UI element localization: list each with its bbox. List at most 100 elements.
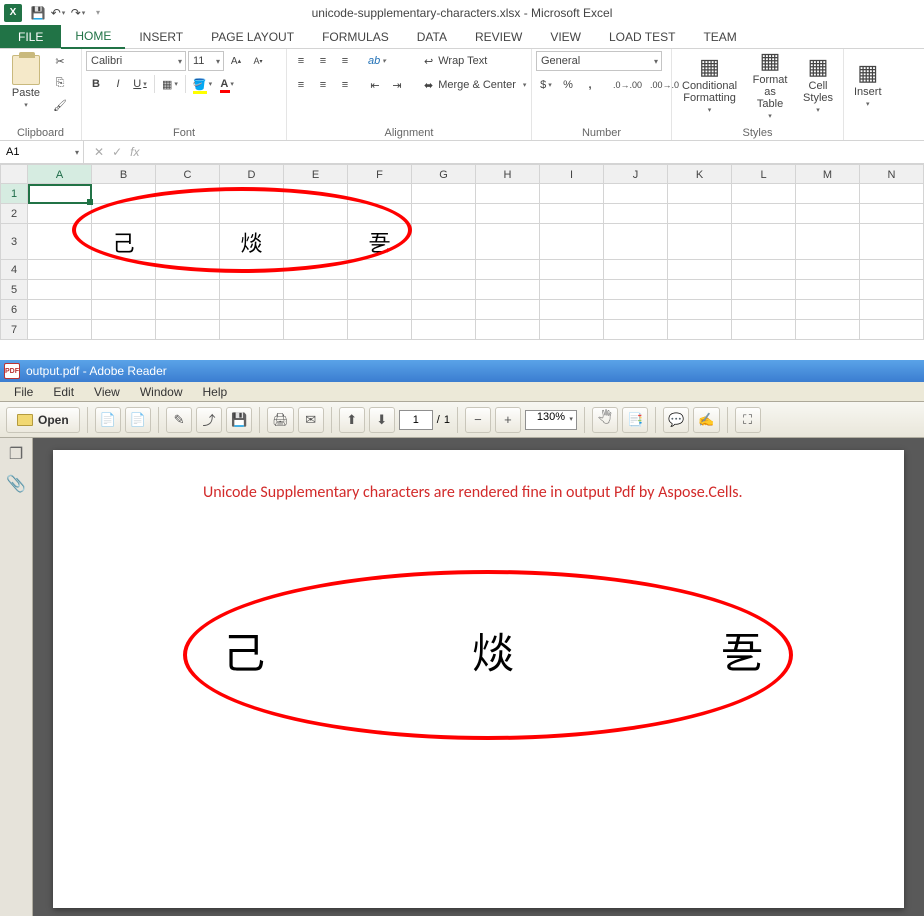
save-button[interactable]: 💾 [226,407,252,433]
tool2-button[interactable]: 📑 [622,407,648,433]
spreadsheet-grid[interactable]: A B C D E F G H I J K L M N 1 2 3己㷋㐏 4 5… [0,164,924,356]
row-header-5[interactable]: 5 [0,280,28,300]
increase-font-button[interactable]: A▴ [226,51,246,71]
cell-D3[interactable]: 㷋 [220,224,284,260]
zoom-level-select[interactable]: 130% [525,410,577,430]
column-header-H[interactable]: H [476,164,540,184]
redo-button[interactable]: ↷ [68,3,88,23]
tool1-button[interactable]: 🖑 [592,407,618,433]
zoom-out-button[interactable]: − [465,407,491,433]
column-header-L[interactable]: L [732,164,796,184]
column-header-B[interactable]: B [92,164,156,184]
percent-format-button[interactable]: % [558,75,578,95]
column-header-J[interactable]: J [604,164,668,184]
border-button[interactable]: ▦ [159,74,181,94]
tab-file[interactable]: FILE [0,25,61,48]
font-name-select[interactable]: Calibri [86,51,186,71]
fullscreen-button[interactable]: ⛶ [735,407,761,433]
tab-insert[interactable]: INSERT [125,25,197,48]
menu-window[interactable]: Window [132,384,191,400]
row-header-6[interactable]: 6 [0,300,28,320]
cancel-formula-icon[interactable]: ✕ [94,145,104,159]
tab-formulas[interactable]: FORMULAS [308,25,403,48]
accounting-format-button[interactable]: $ [536,75,556,95]
column-header-I[interactable]: I [540,164,604,184]
align-center-button[interactable]: ≡ [313,75,333,95]
align-middle-button[interactable]: ≡ [313,51,333,71]
email-button[interactable]: ✉ [298,407,324,433]
tab-team[interactable]: TEAM [689,25,750,48]
zoom-in-button[interactable]: + [495,407,521,433]
page-number-input[interactable] [399,410,433,430]
name-box[interactable] [0,141,84,163]
row-header-2[interactable]: 2 [0,204,28,224]
increase-indent-button[interactable]: ⇥ [387,75,407,95]
menu-file[interactable]: File [6,384,41,400]
undo-button[interactable]: ↶ [48,3,68,23]
next-page-button[interactable]: ⬇ [369,407,395,433]
orientation-button[interactable]: ab [365,51,389,71]
decrease-indent-button[interactable]: ⇤ [365,75,385,95]
open-file-button[interactable]: Open [6,407,80,433]
tab-review[interactable]: REVIEW [461,25,536,48]
name-box-input[interactable] [4,145,64,159]
align-left-button[interactable]: ≡ [291,75,311,95]
save-button[interactable]: 💾 [28,3,48,23]
sign-button[interactable]: ✍ [693,407,719,433]
enter-formula-icon[interactable]: ✓ [112,145,122,159]
column-header-G[interactable]: G [412,164,476,184]
align-top-button[interactable]: ≡ [291,51,311,71]
convert-pdf-button[interactable]: 📄 [125,407,151,433]
row-header-7[interactable]: 7 [0,320,28,340]
format-as-table-button[interactable]: ▦ Format as Table ▾ [745,48,795,122]
column-header-M[interactable]: M [796,164,860,184]
cell-F3[interactable]: 㐏 [348,224,412,260]
insert-function-icon[interactable]: fx [130,145,139,159]
increase-decimal-button[interactable]: .0→.00 [610,75,645,95]
tab-data[interactable]: DATA [403,25,461,48]
decrease-font-button[interactable]: A▾ [248,51,268,71]
column-header-F[interactable]: F [348,164,412,184]
italic-button[interactable]: I [108,74,128,94]
align-right-button[interactable]: ≡ [335,75,355,95]
qat-customize[interactable]: ▾ [88,3,108,23]
column-header-C[interactable]: C [156,164,220,184]
row-header-3[interactable]: 3 [0,224,28,260]
column-header-K[interactable]: K [668,164,732,184]
prev-page-button[interactable]: ⬆ [339,407,365,433]
conditional-formatting-button[interactable]: ▦ Conditional Formatting ▾ [676,54,743,116]
font-color-button[interactable]: A [217,74,237,94]
underline-button[interactable]: U [130,74,150,94]
bold-button[interactable]: B [86,74,106,94]
cell-A1[interactable] [28,184,92,204]
tab-page-layout[interactable]: PAGE LAYOUT [197,25,308,48]
insert-cells-button[interactable]: ▦ Insert ▾ [848,60,888,110]
format-painter-button[interactable]: 🖌 [50,95,70,115]
menu-help[interactable]: Help [195,384,236,400]
edit-pdf-button[interactable]: ✎ [166,407,192,433]
tab-view[interactable]: VIEW [536,25,595,48]
column-header-A[interactable]: A [28,164,92,184]
align-bottom-button[interactable]: ≡ [335,51,355,71]
row-header-4[interactable]: 4 [0,260,28,280]
cell-B3[interactable]: 己 [92,224,156,260]
pdf-canvas[interactable]: Unicode Supplementary characters are ren… [33,438,924,916]
menu-view[interactable]: View [86,384,128,400]
thumbnails-panel-icon[interactable]: ❐ [9,444,23,464]
paste-button[interactable]: Paste ▾ [4,51,48,111]
wrap-text-button[interactable]: ↩ Wrap Text [421,51,531,71]
font-size-select[interactable]: 11 [188,51,224,71]
column-header-N[interactable]: N [860,164,924,184]
fill-color-button[interactable]: 🪣 [190,74,215,94]
tab-home[interactable]: HOME [61,25,125,49]
attachments-panel-icon[interactable]: 📎 [6,474,26,494]
export-pdf-button[interactable]: ⤴ [196,407,222,433]
copy-button[interactable]: ⎘ [50,73,70,93]
merge-center-button[interactable]: ⬌ Merge & Center [421,75,541,95]
print-button[interactable]: 🖨 [267,407,294,433]
cell-styles-button[interactable]: ▦ Cell Styles ▾ [797,54,839,116]
cut-button[interactable]: ✂ [50,51,70,71]
column-header-E[interactable]: E [284,164,348,184]
row-header-1[interactable]: 1 [0,184,28,204]
select-all-corner[interactable] [0,164,28,184]
